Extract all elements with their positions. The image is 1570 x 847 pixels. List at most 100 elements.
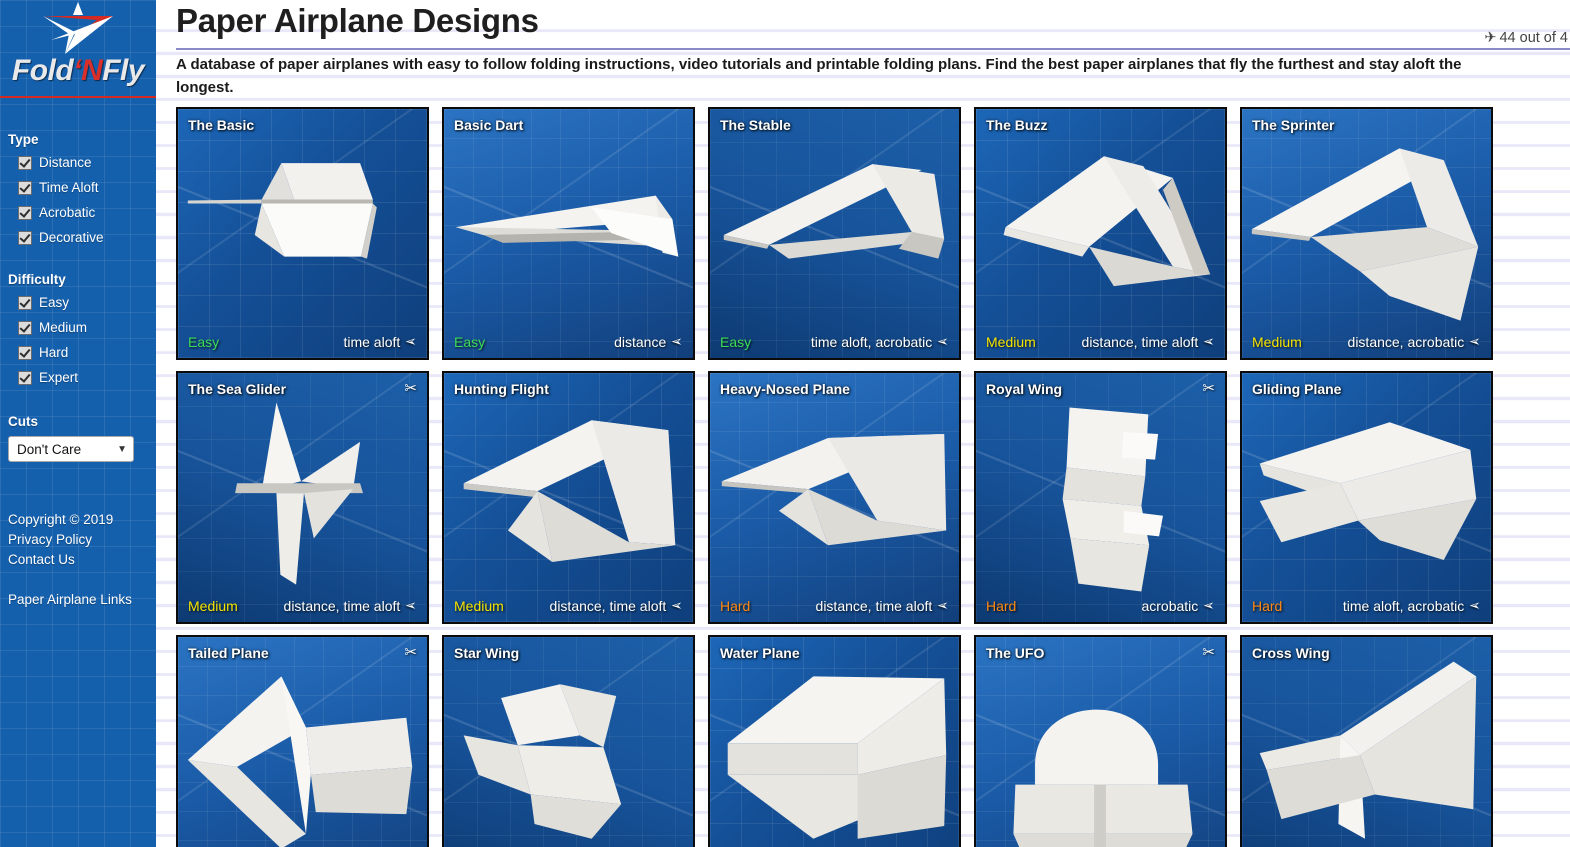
design-card-the-basic[interactable]: The Basic Easy time aloft ➢ [176,107,429,360]
filter-label: Time Aloft [39,180,99,195]
checkbox-icon[interactable] [18,295,32,310]
copyright-text: Copyright © 2019 [8,512,114,527]
brand-logo[interactable]: Fold‘NFly [0,0,156,100]
card-title: Heavy-Nosed Plane [720,381,850,397]
paper-airplane-photo [1259,422,1477,560]
card-tags: time aloft, acrobatic ➢ [811,333,949,350]
paper-airplane-photo [187,163,377,259]
card-footer: Medium distance, time aloft ➢ [188,597,417,614]
paper-airplane-photo [235,402,364,585]
card-tags: distance, time aloft ➢ [284,597,417,614]
grid-row: The Basic Easy time aloft ➢ Basic Dart E… [176,107,1496,360]
scissors-icon: ✂ [1202,644,1215,661]
filter-label: Hard [39,345,69,360]
filter-group-title-cuts: Cuts [8,414,38,429]
grid-row: The Sea Glider ✂ Medium distance, time a… [176,371,1496,624]
scissors-icon: ✂ [1202,380,1215,397]
card-title: The Sprinter [1252,117,1335,133]
intro-line-1: A database of paper airplanes with easy … [176,56,1462,73]
card-footer: Medium distance, acrobatic ➢ [1252,333,1481,350]
card-tags: distance, acrobatic ➢ [1348,333,1481,350]
card-tags: acrobatic ➢ [1141,597,1215,614]
checkbox-icon[interactable] [18,320,32,335]
checkbox-icon[interactable] [18,205,32,220]
page-title: Paper Airplane Designs [176,2,539,39]
sidebar-footer: Copyright © 2019 Privacy Policy Contact … [0,510,156,610]
checkbox-icon[interactable] [18,345,32,360]
card-footer: Hard distance, time aloft ➢ [720,597,949,614]
card-tags-text: distance, time aloft [283,597,401,614]
card-tags-text: distance [614,333,667,350]
tag-icon: ➢ [937,597,949,613]
card-difficulty: Easy [188,333,220,350]
design-card-tailed-plane[interactable]: Tailed Plane ✂ [176,635,429,847]
design-card-cross-wing[interactable]: Cross Wing [1240,635,1493,847]
scissors-icon: ✂ [404,380,417,397]
filter-type-time-aloft[interactable]: Time Aloft [0,175,156,200]
design-card-royal-wing[interactable]: Royal Wing ✂ Hard acrobatic ➢ [974,371,1227,624]
checkbox-icon[interactable] [18,370,32,385]
filter-group-cuts: Cuts Don't Care ▼ [0,414,156,462]
filter-label: Expert [39,370,79,385]
title-divider [176,48,1570,50]
contact-us-link[interactable]: Contact Us [8,550,156,570]
paper-airplane-photo [463,684,622,839]
paper-airplane-photo [723,164,945,259]
filter-type-acrobatic[interactable]: Acrobatic [0,200,156,225]
card-footer: Easy distance ➢ [454,333,683,350]
filter-difficulty-expert[interactable]: Expert [0,365,156,390]
filter-group-type: Type Distance Time Aloft Acrobatic Decor… [0,132,156,250]
tag-icon: ➢ [937,333,949,349]
design-card-the-buzz[interactable]: The Buzz Medium distance, time aloft ➢ [974,107,1227,360]
card-tags-text: time aloft, acrobatic [1342,597,1465,614]
filter-label: Easy [39,295,70,310]
checkbox-icon[interactable] [18,180,32,195]
paper-airplane-photo [1013,709,1193,847]
brand-underline [0,96,156,98]
filter-type-distance[interactable]: Distance [0,150,156,175]
paper-airplane-photo [463,420,676,562]
card-tags-text: distance, time aloft [549,597,667,614]
filter-label: Acrobatic [39,205,96,220]
filter-difficulty-medium[interactable]: Medium [0,315,156,340]
cuts-select[interactable]: Don't Care ▼ [8,436,134,462]
filter-label: Distance [39,155,92,170]
design-card-basic-dart[interactable]: Basic Dart Easy distance ➢ [442,107,695,360]
result-count-text: 44 out of 4 [1499,30,1568,46]
filter-type-decorative[interactable]: Decorative [0,225,156,250]
filter-difficulty-hard[interactable]: Hard [0,340,156,365]
result-count-badge: ✈ 44 out of 4 [1484,30,1568,46]
filter-label: Medium [39,320,88,335]
design-card-the-stable[interactable]: The Stable Easy time aloft, acrobatic ➢ [708,107,961,360]
design-card-the-ufo[interactable]: The UFO ✂ [974,635,1227,847]
card-tags: distance, time aloft ➢ [550,597,683,614]
tag-icon: ➢ [405,333,417,349]
design-card-water-plane[interactable]: Water Plane [708,635,961,847]
design-card-the-sea-glider[interactable]: The Sea Glider ✂ Medium distance, time a… [176,371,429,624]
brand-name: Fold‘NFly [0,54,156,88]
design-card-gliding-plane[interactable]: Gliding Plane Hard time aloft, acrobatic… [1240,371,1493,624]
filter-difficulty-easy[interactable]: Easy [0,290,156,315]
tag-icon: ➢ [1469,333,1481,349]
paper-airplane-links-link[interactable]: Paper Airplane Links [8,590,156,610]
card-title: The Sea Glider [188,381,287,397]
design-card-star-wing[interactable]: Star Wing [442,635,695,847]
card-difficulty: Medium [188,597,238,614]
design-card-the-sprinter[interactable]: The Sprinter Medium distance, acrobatic … [1240,107,1493,360]
card-difficulty: Easy [720,333,752,350]
design-card-hunting-flight[interactable]: Hunting Flight Medium distance, time alo… [442,371,695,624]
card-tags-text: time aloft, acrobatic [810,333,933,350]
checkbox-icon[interactable] [18,230,32,245]
star-swoosh-logo-icon [43,2,113,54]
card-title: Water Plane [720,645,800,661]
tag-icon: ➢ [671,333,683,349]
design-card-heavy-nosed-plane[interactable]: Heavy-Nosed Plane Hard distance, time al… [708,371,961,624]
card-title: The Basic [188,117,255,133]
paper-airplane-photo [1003,156,1211,287]
cuts-select-value: Don't Care [17,441,82,457]
brand-name-part1: Fold [11,54,74,87]
privacy-policy-link[interactable]: Privacy Policy [8,530,156,550]
card-title: Gliding Plane [1252,381,1342,397]
checkbox-icon[interactable] [18,155,32,170]
card-footer: Easy time aloft ➢ [188,333,417,350]
